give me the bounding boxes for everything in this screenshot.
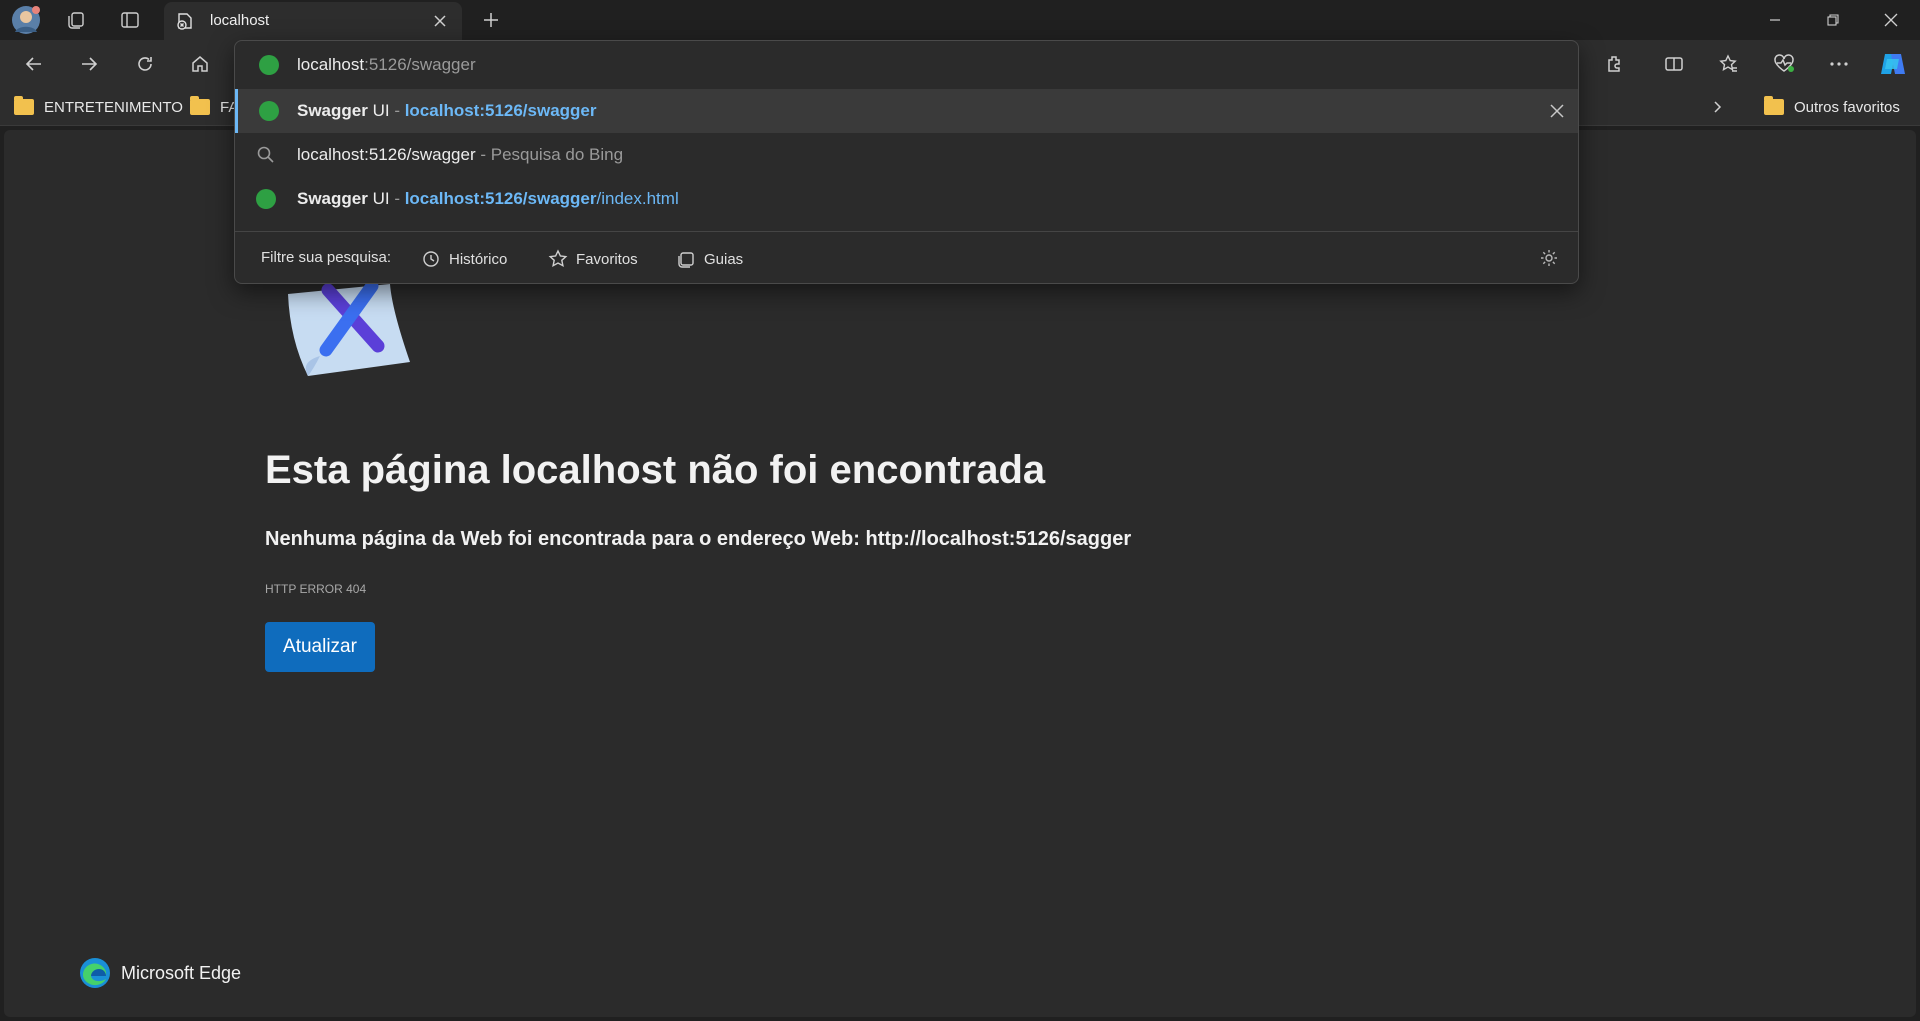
suggestion-query: localhost:5126/swagger <box>297 145 476 164</box>
tab-title: localhost <box>210 12 270 29</box>
filter-tabs-label: Guias <box>704 250 744 268</box>
home-icon[interactable] <box>182 48 218 80</box>
error-title: Esta página localhost não foi encontrada <box>265 448 1046 492</box>
error-description-text: Nenhuma página da Web foi encontrada par… <box>265 528 866 550</box>
favorites-overflow[interactable] <box>1710 96 1724 118</box>
suggestion-url: localhost:5126/swagger <box>404 189 597 208</box>
browser-essentials-icon[interactable] <box>1766 48 1802 80</box>
suggestion-item[interactable]: localhost:5126/swagger - Pesquisa do Bin… <box>235 133 1578 177</box>
edge-logo-icon <box>80 958 110 988</box>
suggestion-item[interactable]: Swagger UI - localhost:5126/swagger/inde… <box>235 177 1578 221</box>
address-path: :5126/swagger <box>364 55 476 74</box>
forward-icon[interactable] <box>71 48 107 80</box>
folder-icon <box>1764 96 1784 115</box>
address-bar-dropdown: localhost:5126/swagger Swagger UI - loca… <box>234 40 1579 284</box>
favorites-icon[interactable] <box>1711 48 1747 80</box>
page-error-icon <box>176 12 194 35</box>
suggestion-separator: - <box>475 145 491 164</box>
filter-tabs[interactable]: Guias <box>676 249 743 269</box>
suggestion-url-rest: /index.html <box>596 189 679 208</box>
settings-icon[interactable] <box>1539 248 1559 273</box>
favorites-folder-label: ENTRETENIMENTO <box>44 98 183 116</box>
copilot-icon[interactable] <box>1875 48 1911 80</box>
error-illustration <box>280 279 416 385</box>
split-screen-icon[interactable] <box>1656 48 1692 80</box>
address-bar[interactable]: localhost:5126/swagger <box>235 41 1578 89</box>
close-window-icon[interactable] <box>1862 0 1920 40</box>
suggestion-title: Swagger <box>297 101 368 120</box>
error-code: HTTP ERROR 404 <box>265 582 367 596</box>
search-icon <box>256 145 276 170</box>
more-icon[interactable] <box>1821 48 1857 80</box>
suggestion-title-suffix: UI <box>367 101 390 120</box>
suggestion-title: Swagger <box>297 189 368 208</box>
edge-brand: Microsoft Edge <box>79 956 241 990</box>
history-icon <box>423 251 439 267</box>
address-input[interactable]: localhost:5126/swagger <box>297 55 476 75</box>
refresh-button[interactable]: Atualizar <box>265 622 375 672</box>
extensions-icon[interactable] <box>1596 48 1632 80</box>
suggestion-source: Pesquisa do Bing <box>490 145 624 164</box>
suggestion-url: localhost:5126/swagger <box>404 101 597 120</box>
refresh-icon[interactable] <box>127 48 163 80</box>
favorites-folder[interactable]: FA <box>190 96 238 118</box>
title-bar: localhost <box>0 0 1920 40</box>
restore-icon[interactable] <box>1804 0 1862 40</box>
suggestion-title-suffix: UI <box>367 189 390 208</box>
suggestion-separator: - <box>389 101 405 120</box>
back-icon[interactable] <box>16 48 52 80</box>
folder-icon <box>14 96 34 115</box>
tab-actions-icon[interactable] <box>114 6 146 34</box>
active-tab[interactable]: localhost <box>164 2 462 40</box>
address-host: localhost <box>297 55 365 74</box>
globe-icon <box>259 101 279 121</box>
tabs-icon <box>678 252 694 268</box>
favorites-folder[interactable]: ENTRETENIMENTO <box>14 96 183 118</box>
remove-suggestion-icon[interactable] <box>1548 102 1566 125</box>
globe-icon <box>256 189 276 209</box>
error-url: http://localhost:5126/sagger <box>865 528 1132 550</box>
filter-favorites[interactable]: Favoritos <box>548 249 638 269</box>
star-icon <box>548 249 568 268</box>
minimize-icon[interactable] <box>1746 0 1804 40</box>
other-favorites-label: Outros favoritos <box>1794 98 1900 116</box>
profile-avatar[interactable] <box>10 6 42 34</box>
suggestion-separator: - <box>389 189 405 208</box>
collections-icon[interactable] <box>60 6 92 34</box>
globe-icon <box>259 55 279 75</box>
search-filter-row: Filtre sua pesquisa: Histórico Favoritos… <box>235 231 1578 283</box>
filter-history-label: Histórico <box>449 250 508 268</box>
new-tab-icon[interactable] <box>475 6 507 34</box>
filter-label: Filtre sua pesquisa: <box>261 249 392 266</box>
edge-brand-label: Microsoft Edge <box>121 962 242 983</box>
folder-icon <box>190 96 210 115</box>
suggestion-item[interactable]: Swagger UI - localhost:5126/swagger <box>235 89 1578 133</box>
error-description: Nenhuma página da Web foi encontrada par… <box>265 528 1131 551</box>
close-icon[interactable] <box>432 13 448 34</box>
filter-favorites-label: Favoritos <box>576 250 638 268</box>
other-favorites[interactable]: Outros favoritos <box>1764 96 1900 118</box>
filter-history[interactable]: Histórico <box>421 249 507 269</box>
chevron-right-icon <box>1714 101 1722 113</box>
